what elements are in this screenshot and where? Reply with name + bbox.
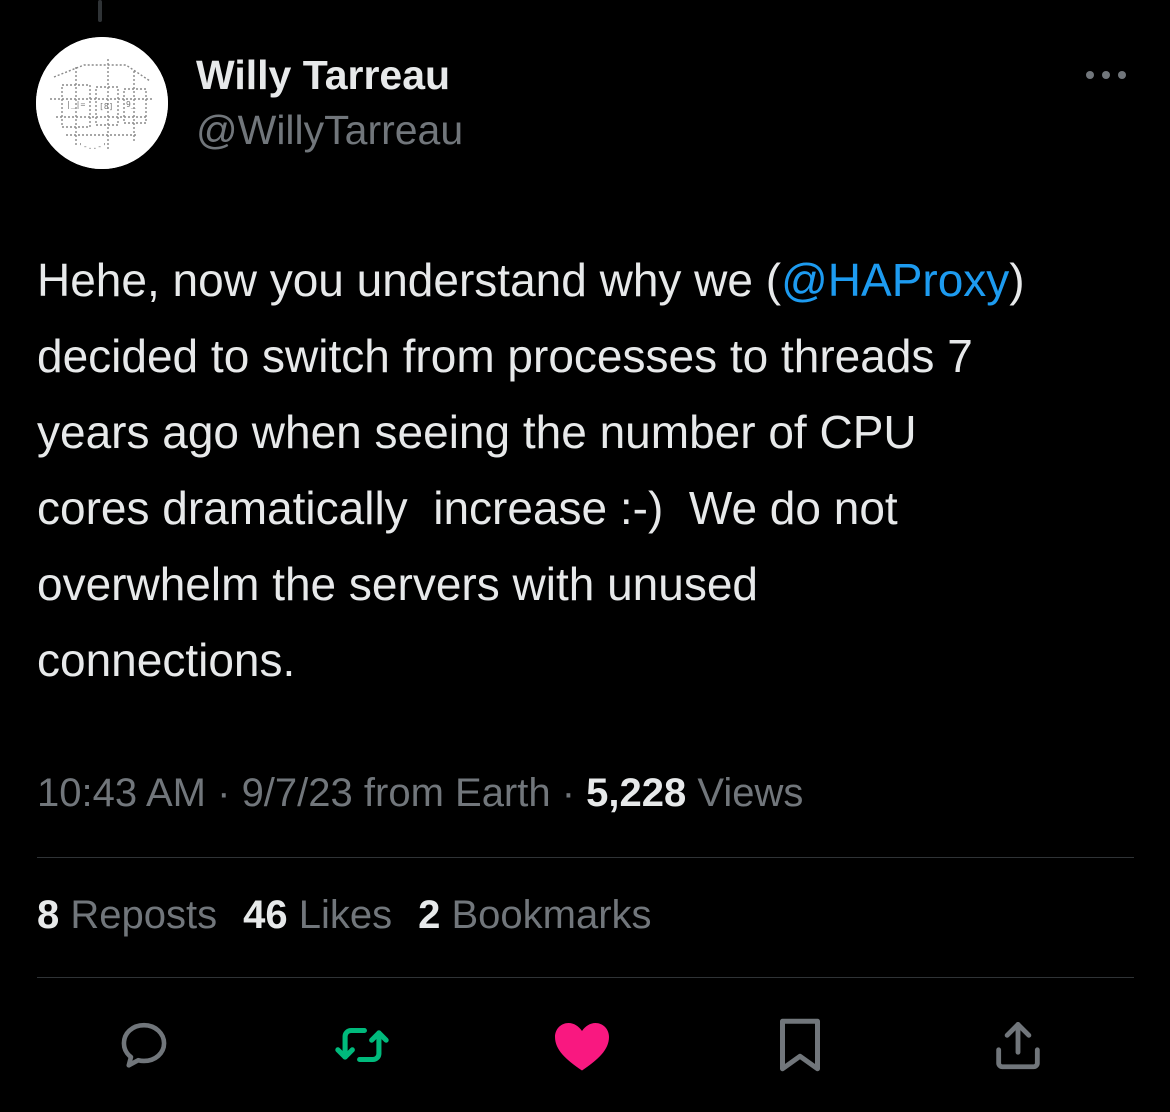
bookmarks-label: Bookmarks [440,893,652,937]
tweet-line: decided to switch from processes to thre… [37,330,973,382]
heart-filled-icon [555,1023,609,1071]
svg-text:[8]: [8] [99,102,113,111]
separator-dot: · [206,771,242,815]
svg-text:9_: 9_ [126,100,136,109]
author-handle[interactable]: @WillyTarreau [196,107,463,154]
thread-connector-line [98,0,102,22]
bookmark-button[interactable] [765,1010,835,1080]
bookmarks-count: 2 [418,893,441,937]
bookmark-icon [780,1018,820,1072]
tweet-line: connections. [37,634,296,686]
tweet-line: cores dramatically increase :-) We do no… [37,482,898,534]
divider [37,857,1134,858]
repost-icon [335,1027,389,1063]
tweet-time[interactable]: 10:43 AM [37,771,206,815]
separator-dot: · [550,771,587,815]
avatar-ascii-art-image: |_|= [8] 9_ '-..-' [36,37,168,169]
svg-text:|_|=: |_|= [66,100,85,109]
bookmarks-stat[interactable]: 2 Bookmarks [418,893,651,937]
tweet-date[interactable]: 9/7/23 [242,771,353,815]
likes-label: Likes [287,893,393,937]
tweet-text: Hehe, now you understand why we (@HAProx… [37,242,1137,698]
divider [37,977,1134,978]
reposts-label: Reposts [59,893,218,937]
share-icon [996,1022,1040,1070]
views-label: Views [686,771,804,815]
share-button[interactable] [983,1010,1053,1080]
reposts-count: 8 [37,893,60,937]
views-count: 5,228 [586,771,687,815]
engagement-stats: 8 Reposts 46 Likes 2 Bookmarks [37,893,678,938]
like-button[interactable] [547,1010,617,1080]
tweet-metadata: 10:43 AM · 9/7/23 from Earth · 5,228 Vie… [37,771,803,816]
svg-text:'-..-': '-..-' [78,142,107,151]
more-horizontal-icon [1086,71,1126,79]
reply-icon [121,1022,167,1068]
reposts-stat[interactable]: 8 Reposts [37,893,217,937]
avatar[interactable]: |_|= [8] 9_ '-..-' [36,37,168,169]
reply-button[interactable] [109,1010,179,1080]
repost-button[interactable] [327,1010,397,1080]
tweet-location: from Earth [352,771,551,815]
author-display-name[interactable]: Willy Tarreau [196,52,450,99]
more-options-button[interactable] [1080,58,1132,92]
tweet-line: years ago when seeing the number of CPU [37,406,917,458]
likes-stat[interactable]: 46 Likes [243,893,392,937]
tweet-line: Hehe, now you understand why we (@HAProx… [37,254,1025,306]
tweet-line: overwhelm the servers with unused [37,558,758,610]
likes-count: 46 [243,893,288,937]
mention-link[interactable]: @HAProxy [781,254,1009,306]
